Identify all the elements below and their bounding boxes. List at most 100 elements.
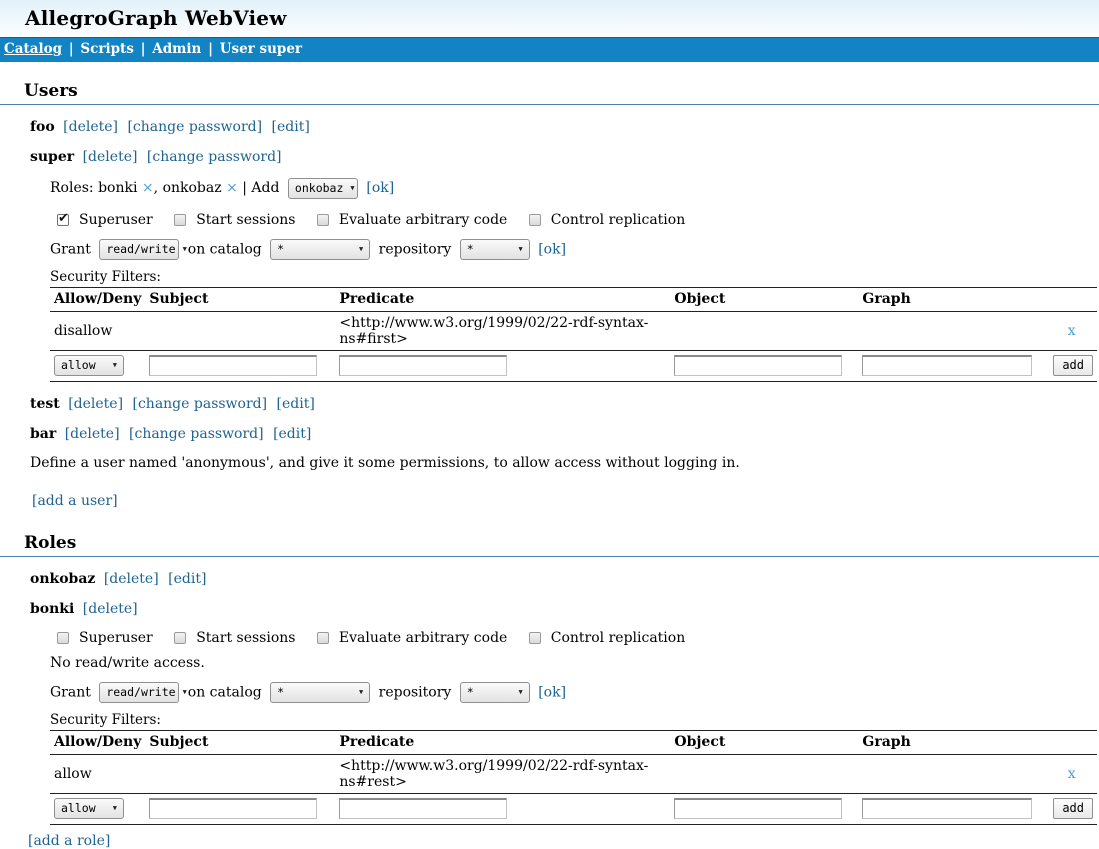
security-filters-label: Security Filters: <box>50 269 1099 285</box>
edit-user-link[interactable]: [edit] <box>272 119 310 135</box>
comma: , <box>154 180 158 196</box>
repository-select[interactable]: *▼ <box>460 682 530 703</box>
allow-deny-select[interactable]: allow▼ <box>54 798 124 819</box>
edit-user-link[interactable]: [edit] <box>277 396 315 412</box>
perm-replication: Control replication <box>529 630 685 646</box>
user-row-super: super [delete] [change password] <box>30 149 1099 165</box>
subject-value <box>145 755 335 794</box>
super-grant-line: Grant read/write▼ on catalog *▼ reposito… <box>50 239 1099 260</box>
bonki-permissions-row: Superuser Start sessions Evaluate arbitr… <box>50 630 1099 646</box>
graph-input[interactable] <box>862 355 1032 376</box>
roles-section-title: Roles <box>0 533 1099 557</box>
access-type-select[interactable]: read/write▼ <box>99 239 179 260</box>
change-password-link[interactable]: [change password] <box>127 119 262 135</box>
perm-superuser: Superuser <box>57 630 153 646</box>
col-allow-deny: Allow/Deny <box>50 731 145 755</box>
subject-input[interactable] <box>149 355 317 376</box>
app-header: AllegroGraph WebView <box>0 0 1099 37</box>
col-actions <box>1046 731 1097 755</box>
col-subject: Subject <box>145 288 335 312</box>
delete-user-link[interactable]: [delete] <box>83 149 138 165</box>
chevron-down-icon: ▼ <box>350 184 354 192</box>
add-user-link[interactable]: [add a user] <box>32 493 1099 509</box>
nav-scripts[interactable]: Scripts <box>80 41 134 57</box>
catalog-select[interactable]: *▼ <box>270 239 370 260</box>
perm-replication: Control replication <box>529 212 685 228</box>
predicate-input[interactable] <box>339 798 507 819</box>
control-replication-checkbox[interactable] <box>529 214 541 226</box>
graph-input[interactable] <box>862 798 1032 819</box>
ok-grant-link[interactable]: [ok] <box>538 685 566 701</box>
evaluate-code-checkbox[interactable] <box>317 632 329 644</box>
grant-label: Grant <box>50 685 91 701</box>
ok-grant-link[interactable]: [ok] <box>538 242 566 258</box>
col-graph: Graph <box>858 288 1046 312</box>
repository-select[interactable]: *▼ <box>460 239 530 260</box>
remove-filter-link[interactable]: x <box>1068 323 1076 339</box>
super-security-filters-table: Allow/Deny Subject Predicate Object Grap… <box>50 287 1097 382</box>
subject-input[interactable] <box>149 798 317 819</box>
superuser-checkbox[interactable] <box>57 632 69 644</box>
delete-user-link[interactable]: [delete] <box>68 396 123 412</box>
start-sessions-checkbox[interactable] <box>174 632 186 644</box>
graph-value <box>858 755 1046 794</box>
change-password-link[interactable]: [change password] <box>129 426 264 442</box>
allow-deny-select[interactable]: allow▼ <box>54 355 124 376</box>
edit-user-link[interactable]: [edit] <box>273 426 311 442</box>
delete-user-link[interactable]: [delete] <box>65 426 120 442</box>
chevron-down-icon: ▼ <box>359 245 363 253</box>
object-input[interactable] <box>674 355 842 376</box>
col-object: Object <box>670 288 858 312</box>
ok-add-role-link[interactable]: [ok] <box>366 180 394 196</box>
chevron-down-icon: ▼ <box>519 245 523 253</box>
add-role-select[interactable]: onkobaz▼ <box>288 178 358 199</box>
role-chip-bonki: bonki <box>98 180 137 196</box>
control-replication-checkbox[interactable] <box>529 632 541 644</box>
object-input[interactable] <box>674 798 842 819</box>
superuser-checkbox[interactable] <box>57 214 69 226</box>
nav-admin[interactable]: Admin <box>152 41 201 57</box>
edit-role-link[interactable]: [edit] <box>168 571 206 587</box>
nav-separator: | <box>141 41 146 57</box>
on-catalog-label: on catalog <box>188 242 262 258</box>
add-filter-button[interactable]: add <box>1053 355 1093 376</box>
catalog-select[interactable]: *▼ <box>270 682 370 703</box>
graph-value <box>858 312 1046 351</box>
perm-evaluate: Evaluate arbitrary code <box>317 630 507 646</box>
user-row-foo: foo [delete] [change password] [edit] <box>30 119 1099 135</box>
subject-value <box>145 312 335 351</box>
top-nav: Catalog | Scripts | Admin | User super <box>0 37 1099 62</box>
change-password-link[interactable]: [change password] <box>147 149 282 165</box>
add-filter-button[interactable]: add <box>1053 798 1093 819</box>
col-predicate: Predicate <box>335 288 670 312</box>
app-title: AllegroGraph WebView <box>25 6 1099 30</box>
user-row-test: test [delete] [change password] [edit] <box>30 396 1099 412</box>
super-permissions-row: Superuser Start sessions Evaluate arbitr… <box>50 212 1099 228</box>
delete-user-link[interactable]: [delete] <box>63 119 118 135</box>
col-predicate: Predicate <box>335 731 670 755</box>
evaluate-code-checkbox[interactable] <box>317 214 329 226</box>
access-type-select[interactable]: read/write▼ <box>99 682 179 703</box>
nav-catalog[interactable]: Catalog <box>4 41 62 57</box>
predicate-input[interactable] <box>339 355 507 376</box>
add-role-link[interactable]: [add a role] <box>28 833 1099 849</box>
allow-deny-value: allow <box>50 755 145 794</box>
delete-role-link[interactable]: [delete] <box>104 571 159 587</box>
repository-label: repository <box>379 242 452 258</box>
role-name: onkobaz <box>30 571 95 587</box>
user-name: foo <box>30 119 55 135</box>
nav-user-super[interactable]: User super <box>220 41 302 57</box>
chevron-down-icon: ▼ <box>113 804 117 812</box>
bonki-role-detail: Superuser Start sessions Evaluate arbitr… <box>50 630 1099 728</box>
remove-role-icon[interactable]: × <box>226 180 238 196</box>
start-sessions-checkbox[interactable] <box>174 214 186 226</box>
user-name: super <box>30 149 74 165</box>
delete-role-link[interactable]: [delete] <box>83 601 138 617</box>
remove-role-icon[interactable]: × <box>142 180 154 196</box>
change-password-link[interactable]: [change password] <box>133 396 268 412</box>
nav-separator: | <box>69 41 74 57</box>
new-filter-row: allow▼ add <box>50 794 1097 825</box>
object-value <box>670 755 858 794</box>
remove-filter-link[interactable]: x <box>1068 766 1076 782</box>
col-actions <box>1046 288 1097 312</box>
